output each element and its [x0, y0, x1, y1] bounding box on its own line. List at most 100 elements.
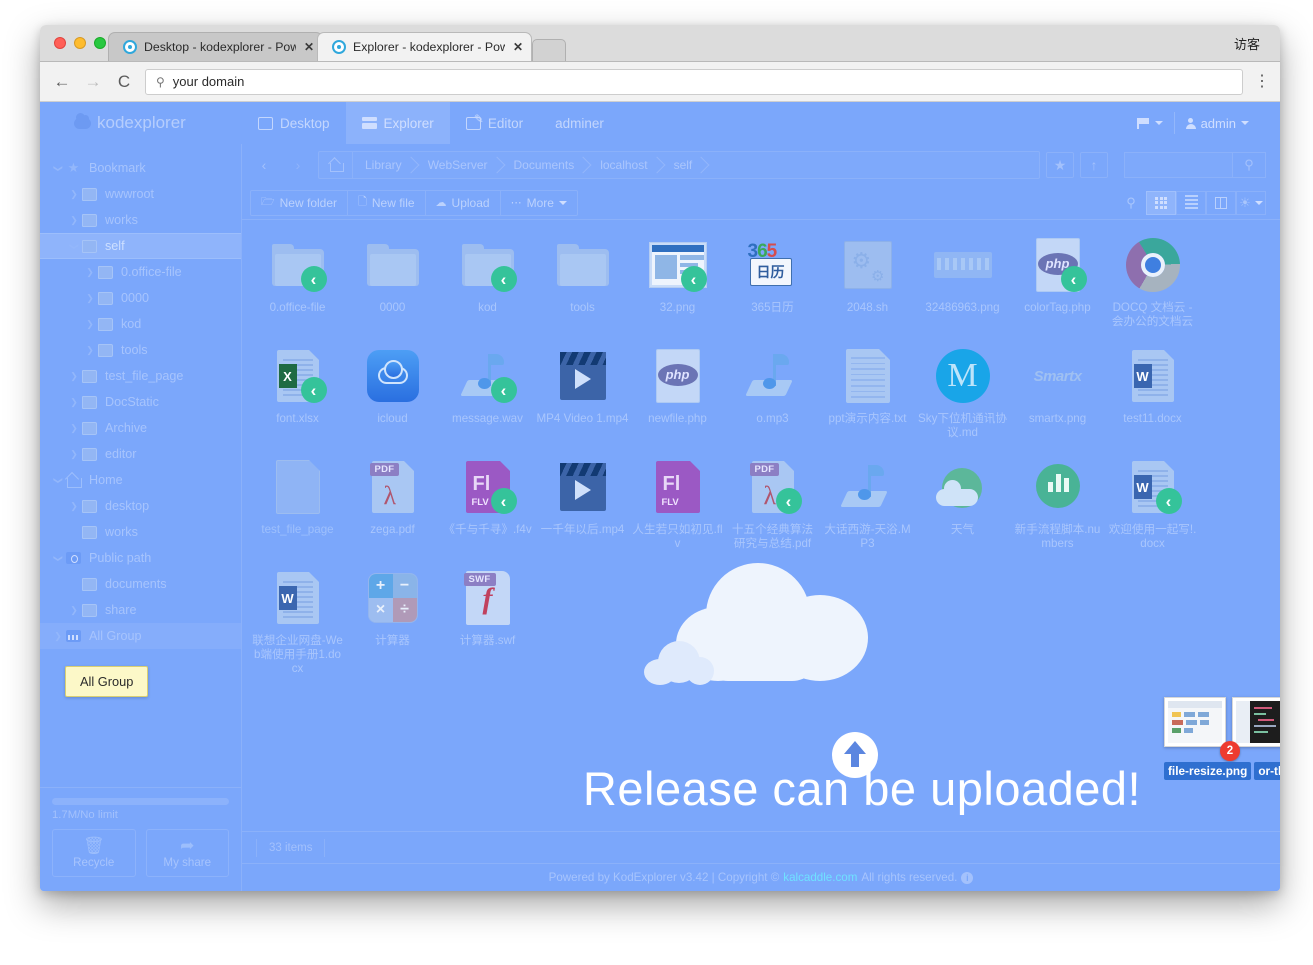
close-icon[interactable]: ✕: [513, 41, 523, 53]
file-item[interactable]: kod: [440, 228, 535, 329]
file-item[interactable]: icloud: [345, 339, 440, 440]
new-folder-button[interactable]: 🗁 New folder: [251, 190, 348, 215]
file-item[interactable]: + − × ÷ 计算器: [345, 561, 440, 676]
file-item[interactable]: 32.png: [630, 228, 725, 329]
chevron-right-icon[interactable]: ❯: [82, 293, 98, 304]
go-parent-button[interactable]: ↑: [1080, 152, 1108, 178]
file-item[interactable]: 0.office-file: [250, 228, 345, 329]
file-item[interactable]: Xfont.xlsx: [250, 339, 345, 440]
file-item[interactable]: W 欢迎使用一起写!.docx: [1105, 450, 1200, 551]
file-item[interactable]: 32486963.png: [915, 228, 1010, 329]
favorite-button[interactable]: ★: [1046, 152, 1074, 178]
file-item[interactable]: php colorTag.php: [1010, 228, 1105, 329]
chevron-right-icon[interactable]: ❯: [66, 449, 82, 460]
breadcrumb-home-button[interactable]: [319, 152, 353, 178]
tree-item-editor[interactable]: ❯ editor: [40, 441, 241, 467]
chevron-right-icon[interactable]: ❯: [66, 189, 82, 200]
grid-view-icon[interactable]: [1146, 190, 1176, 215]
search-input[interactable]: [1124, 152, 1232, 178]
chevron-right-icon[interactable]: ❯: [66, 423, 82, 434]
file-item[interactable]: Wtest11.docx: [1105, 339, 1200, 440]
file-item[interactable]: 365 日历 365日历: [725, 228, 820, 329]
tree-item-documents[interactable]: documents: [40, 571, 241, 597]
tree-item-0-office-file[interactable]: ❯ 0.office-file: [40, 259, 241, 285]
maximize-window-button[interactable]: [94, 37, 106, 49]
tree-item-works[interactable]: works: [40, 519, 241, 545]
list-view-icon[interactable]: [1176, 190, 1206, 215]
tree-item-share[interactable]: ❯ share: [40, 597, 241, 623]
file-item[interactable]: 0000: [345, 228, 440, 329]
file-item[interactable]: M Sky下位机通讯协议.md: [915, 339, 1010, 440]
browser-menu-icon[interactable]: ⋮: [1254, 74, 1270, 89]
nav-item-desktop[interactable]: Desktop: [242, 102, 346, 144]
user-menu[interactable]: admin: [1173, 112, 1260, 134]
file-item[interactable]: PDF λ zega.pdf: [345, 450, 440, 551]
tree-item-all-group[interactable]: ❯ All Group: [40, 623, 241, 649]
chevron-right-icon[interactable]: ❯: [66, 215, 82, 226]
breadcrumb-item[interactable]: Library: [353, 152, 416, 178]
chevron-down-icon[interactable]: ❯: [69, 238, 80, 254]
file-item[interactable]: MP4 Video 1.mp4: [535, 339, 630, 440]
close-window-button[interactable]: [54, 37, 66, 49]
browser-tab-desktop[interactable]: Desktop - kodexplorer - Power ✕: [108, 32, 323, 61]
chevron-right-icon[interactable]: ❯: [66, 397, 82, 408]
file-item[interactable]: Smartx smartx.png: [1010, 339, 1105, 440]
tree-item-docstatic[interactable]: ❯ DocStatic: [40, 389, 241, 415]
chevron-right-icon[interactable]: ❯: [82, 345, 98, 356]
forward-icon[interactable]: →: [83, 73, 103, 90]
tree-item-self[interactable]: ❯ self: [40, 233, 241, 259]
file-item[interactable]: o.mp3: [725, 339, 820, 440]
file-item[interactable]: 一千年以后.mp4: [535, 450, 630, 551]
tree-item-0000[interactable]: ❯ 0000: [40, 285, 241, 311]
new-tab-button[interactable]: [532, 39, 566, 61]
file-item[interactable]: 2048.sh: [820, 228, 915, 329]
reload-icon[interactable]: C: [114, 73, 134, 90]
file-item[interactable]: test_file_page: [250, 450, 345, 551]
file-item[interactable]: tools: [535, 228, 630, 329]
tree-item-tools[interactable]: ❯ tools: [40, 337, 241, 363]
file-item[interactable]: SWF f 计算器.swf: [440, 561, 535, 676]
footer-link[interactable]: kalcaddle.com: [783, 871, 857, 884]
file-item[interactable]: php newfile.php: [630, 339, 725, 440]
app-logo[interactable]: kodexplorer: [40, 102, 242, 144]
guest-profile-label[interactable]: 访客: [1234, 34, 1260, 53]
chevron-right-icon[interactable]: ❯: [66, 605, 82, 616]
chevron-down-icon[interactable]: ❯: [53, 160, 64, 176]
file-item[interactable]: 大话西游-天浴.MP3: [820, 450, 915, 551]
file-item[interactable]: FlFLV 《千与千寻》.f4v: [440, 450, 535, 551]
browser-tab-explorer[interactable]: Explorer - kodexplorer - Power ✕: [317, 32, 532, 61]
info-icon[interactable]: i: [961, 871, 974, 884]
tree-item-home[interactable]: ❯ Home: [40, 467, 241, 493]
nav-item-editor[interactable]: Editor: [450, 102, 539, 144]
window-controls[interactable]: [54, 37, 106, 49]
chevron-right-icon[interactable]: ❯: [50, 631, 66, 642]
chevron-right-icon[interactable]: ❯: [82, 319, 98, 330]
tree-item-bookmark[interactable]: ❯ ★ Bookmark: [40, 155, 241, 181]
theme-icon[interactable]: ☀: [1236, 190, 1266, 215]
file-item[interactable]: W 联想企业网盘-Web端使用手册1.docx: [250, 561, 345, 676]
file-item[interactable]: ppt演示内容.txt: [820, 339, 915, 440]
nav-item-adminer[interactable]: adminer: [539, 102, 620, 144]
search-icon[interactable]: ⚲: [1232, 152, 1266, 178]
recycle-button[interactable]: 🗑 Recycle: [52, 829, 136, 877]
close-icon[interactable]: ✕: [304, 41, 314, 53]
tree-item-desktop[interactable]: ❯ desktop: [40, 493, 241, 519]
url-input[interactable]: ⚲ your domain: [145, 68, 1243, 95]
breadcrumb-item[interactable]: localhost: [588, 152, 661, 178]
split-view-icon[interactable]: [1206, 190, 1236, 215]
chevron-right-icon[interactable]: ❯: [82, 267, 98, 278]
language-menu[interactable]: [1126, 112, 1174, 134]
tree-item-wwwroot[interactable]: ❯ wwwroot: [40, 181, 241, 207]
zoom-icon[interactable]: ⚲: [1116, 191, 1146, 215]
upload-button[interactable]: ☁ Upload: [426, 190, 501, 215]
file-item[interactable]: PDFλ 十五个经典算法研究与总结.pdf: [725, 450, 820, 551]
file-item[interactable]: 天气: [915, 450, 1010, 551]
tree-item-test-file-page[interactable]: ❯ test_file_page: [40, 363, 241, 389]
file-item[interactable]: message.wav: [440, 339, 535, 440]
tree-item-kod[interactable]: ❯ kod: [40, 311, 241, 337]
file-item[interactable]: DOCQ 文档云 - 会办公的文档云: [1105, 228, 1200, 329]
breadcrumb-item[interactable]: self: [662, 152, 707, 178]
nav-item-explorer[interactable]: Explorer: [345, 102, 450, 144]
back-icon[interactable]: ←: [52, 73, 72, 90]
chevron-down-icon[interactable]: ❯: [53, 472, 64, 488]
